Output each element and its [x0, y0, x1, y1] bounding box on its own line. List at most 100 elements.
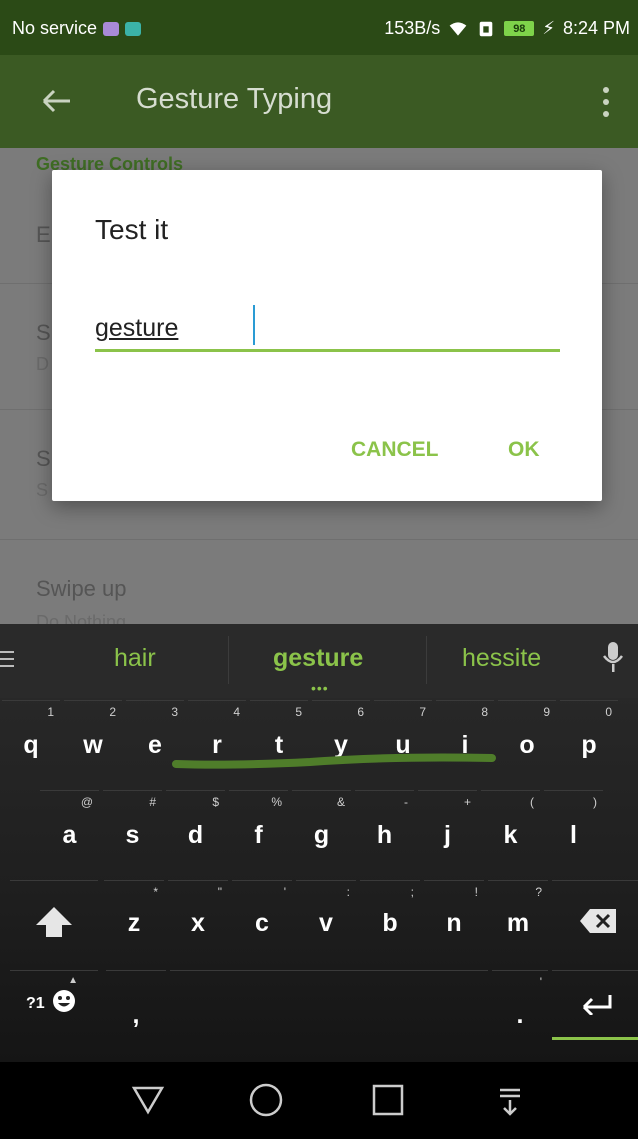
key-hint: 4: [233, 705, 240, 719]
key-hint: 9: [543, 705, 550, 719]
key-label: q: [23, 731, 39, 759]
key-label: k: [503, 821, 518, 849]
key-hint: !: [474, 885, 478, 899]
test-input-field[interactable]: [95, 308, 560, 352]
hide-keyboard-icon[interactable]: [492, 1082, 528, 1118]
key-label: n: [446, 909, 462, 937]
settings-row[interactable]: Swipe up Do Nothing: [0, 540, 638, 632]
app-bar: Gesture Typing: [0, 55, 638, 148]
key-hint: 1: [47, 705, 54, 719]
key-l[interactable]: l): [544, 790, 603, 874]
ok-button[interactable]: OK: [508, 438, 540, 462]
backspace-icon: [580, 909, 616, 933]
key-hint: &: [336, 795, 345, 809]
period-hint: ': [539, 975, 542, 989]
key-hint: -: [404, 795, 408, 809]
smiley-icon: [53, 990, 75, 1012]
gesture-trail: [172, 753, 496, 769]
space-key[interactable]: [170, 970, 488, 1050]
arrow-left-icon[interactable]: [36, 83, 76, 119]
key-hint: 7: [419, 705, 426, 719]
key-q[interactable]: q1: [2, 700, 60, 784]
recents-square-icon[interactable]: [370, 1082, 406, 1118]
android-notification-icon: [125, 21, 142, 36]
network-speed: 153B/s: [384, 18, 441, 38]
key-w[interactable]: w2: [64, 700, 122, 784]
key-c[interactable]: c ': [232, 880, 292, 960]
key-x[interactable]: x ": [168, 880, 228, 960]
key-label: j: [444, 821, 451, 849]
setting-summary: D: [36, 354, 49, 374]
key-f[interactable]: f%: [229, 790, 288, 874]
key-label: d: [187, 821, 204, 849]
page-title: Gesture Typing: [136, 83, 333, 115]
clock: 8:24 PM: [562, 18, 630, 38]
text-caret: [253, 305, 255, 345]
status-bar: No service 153B/s 98 ⚡ 8:24 PM: [0, 0, 638, 55]
wifi-icon: [449, 21, 467, 36]
key-g[interactable]: g &: [292, 790, 351, 874]
key-b[interactable]: b;: [360, 880, 420, 960]
key-hint: 8: [481, 705, 488, 719]
key-label: l: [570, 821, 577, 849]
navigation-bar: [0, 1062, 638, 1139]
key-label: b: [382, 909, 398, 937]
suggestion-center[interactable]: gesture: [273, 644, 363, 673]
key-k[interactable]: k(: [481, 790, 540, 874]
setting-title: S: [36, 446, 51, 471]
key-hint: @: [80, 795, 93, 809]
key-d[interactable]: d $: [166, 790, 225, 874]
enter-key[interactable]: [552, 970, 638, 1040]
key-label: f: [254, 821, 263, 849]
microphone-icon[interactable]: [600, 640, 626, 676]
suggestion-left[interactable]: hair: [114, 644, 156, 673]
suggestion-divider: [228, 636, 229, 684]
comma-key[interactable]: ,: [106, 970, 166, 1050]
key-hint: ?: [535, 885, 542, 899]
key-label: s: [125, 821, 140, 849]
key-s[interactable]: s #: [103, 790, 162, 874]
key-z[interactable]: z *: [104, 880, 164, 960]
home-circle-icon[interactable]: [248, 1082, 284, 1118]
key-label: a: [62, 821, 77, 849]
key-label: h: [376, 821, 393, 849]
charging-icon: ⚡: [542, 18, 555, 38]
key-hint: %: [271, 795, 282, 809]
setting-title: Swipe up: [36, 576, 127, 601]
suggestion-right[interactable]: hessite: [462, 644, 541, 673]
battery-icon: 98: [504, 21, 535, 36]
key-hint: 2: [109, 705, 116, 719]
key-v[interactable]: v:: [296, 880, 356, 960]
shift-key[interactable]: [10, 880, 98, 960]
setting-summary: S: [36, 480, 49, 500]
key-o[interactable]: o9: [498, 700, 556, 784]
key-m[interactable]: m?: [488, 880, 548, 960]
symbols-key[interactable]: ?1 ▲: [10, 970, 98, 1050]
key-hint: ): [593, 795, 597, 809]
long-press-hint: ▲: [68, 975, 78, 986]
suggestion-divider: [426, 636, 427, 684]
back-triangle-icon[interactable]: [130, 1082, 166, 1118]
key-h[interactable]: h-: [355, 790, 414, 874]
period-key[interactable]: . ': [492, 970, 548, 1050]
key-hint: ': [283, 885, 286, 899]
carrier-status: No service: [12, 18, 98, 38]
key-label: c: [255, 909, 269, 937]
more-vert-icon[interactable]: [598, 85, 614, 119]
more-suggestions-indicator[interactable]: •••: [311, 680, 329, 696]
key-j[interactable]: j +: [418, 790, 477, 874]
symbols-label: ?1: [26, 995, 45, 1012]
key-n[interactable]: n!: [424, 880, 484, 960]
key-a[interactable]: a @: [40, 790, 99, 874]
key-hint: 6: [357, 705, 364, 719]
cancel-button[interactable]: CANCEL: [351, 438, 439, 462]
dialog-title: Test it: [95, 214, 169, 245]
key-label: m: [506, 909, 530, 937]
suggestion-strip: hair gesture ••• hessite: [0, 624, 638, 698]
key-p[interactable]: p0: [560, 700, 618, 784]
keyboard: hair gesture ••• hessite ?1 ▲ , . ' q 1 …: [0, 624, 638, 1062]
delete-key[interactable]: [552, 880, 638, 960]
hamburger-icon[interactable]: [0, 648, 22, 670]
sim-icon: [480, 21, 493, 36]
key-label: v: [319, 909, 333, 937]
